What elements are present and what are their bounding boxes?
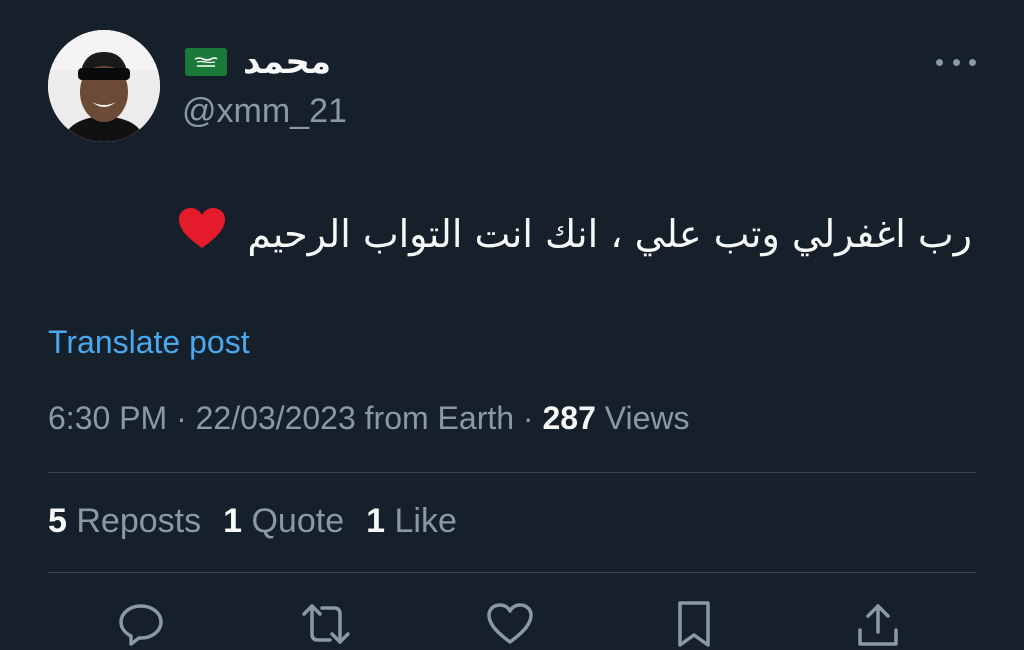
avatar[interactable] <box>48 30 160 142</box>
views-count: 287 <box>542 400 596 436</box>
likes-stat[interactable]: 1 Like <box>366 502 457 541</box>
reposts-label: Reposts <box>66 502 202 540</box>
translate-post-link[interactable]: Translate post <box>48 324 250 361</box>
likes-count: 1 <box>366 502 386 540</box>
tweet-source: from Earth <box>355 400 515 436</box>
views-label: Views <box>595 400 690 436</box>
meta-separator: · <box>514 400 543 436</box>
tweet-body: رب اغفرلي وتب علي ، انك انت التواب الرحي… <box>247 212 972 256</box>
saudi-flag-icon <box>185 48 227 76</box>
tweet-date[interactable]: 22/03/2023 <box>196 400 356 436</box>
author-display-name[interactable]: محمد <box>243 42 331 82</box>
red-heart-icon <box>179 208 226 265</box>
repost-icon[interactable] <box>300 598 352 650</box>
reply-icon[interactable] <box>115 598 167 650</box>
tweet-meta: 6:30 PM · 22/03/2023 from Earth · 287 Vi… <box>48 400 690 437</box>
bookmark-icon[interactable] <box>668 598 720 650</box>
author-name-row: محمد <box>185 42 331 82</box>
quotes-label: Quote <box>242 502 345 540</box>
quotes-stat[interactable]: 1 Quote <box>223 502 344 541</box>
meta-separator: · <box>167 400 196 436</box>
avatar-image <box>48 30 160 142</box>
tweet-time[interactable]: 6:30 PM <box>48 400 167 436</box>
likes-label: Like <box>385 502 457 540</box>
share-icon[interactable] <box>852 598 904 650</box>
author-handle[interactable]: @xmm_21 <box>182 92 347 131</box>
tweet-text: رب اغفرلي وتب علي ، انك انت التواب الرحي… <box>172 206 972 265</box>
action-bar <box>0 598 1024 650</box>
quotes-count: 1 <box>223 502 243 540</box>
tweet-stats: 5 Reposts 1 Quote 1 Like <box>48 502 457 541</box>
reposts-stat[interactable]: 5 Reposts <box>48 502 201 541</box>
divider <box>48 472 976 473</box>
more-options-icon[interactable] <box>936 50 976 74</box>
like-icon[interactable] <box>484 598 536 650</box>
divider <box>48 572 976 573</box>
reposts-count: 5 <box>48 502 67 540</box>
